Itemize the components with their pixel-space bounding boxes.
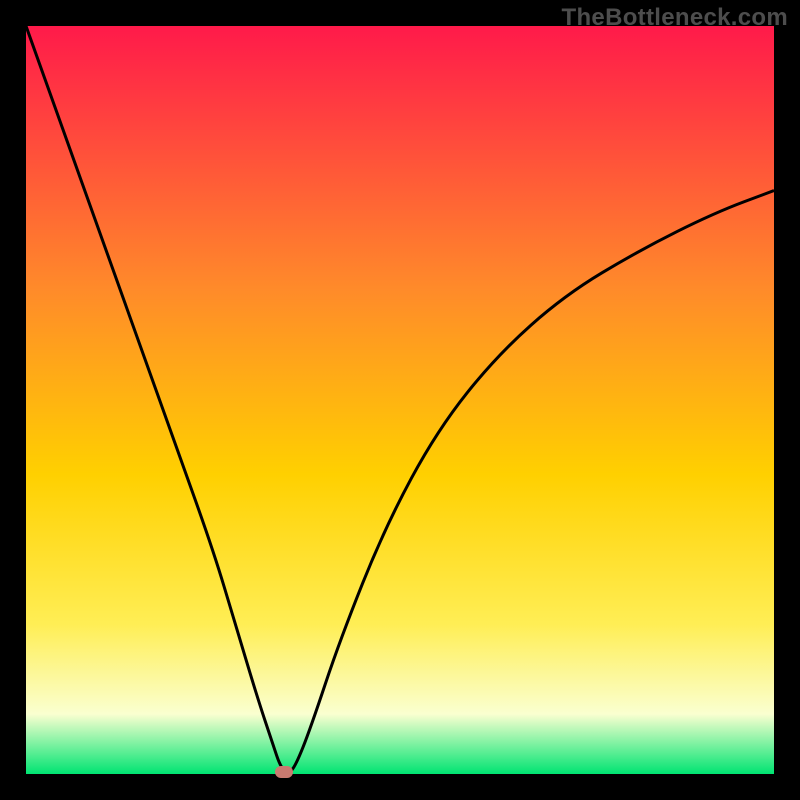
chart-svg bbox=[26, 26, 774, 774]
chart-frame: TheBottleneck.com bbox=[0, 0, 800, 800]
minimum-marker-icon bbox=[275, 766, 293, 778]
plot-area bbox=[26, 26, 774, 774]
gradient-background bbox=[26, 26, 774, 774]
